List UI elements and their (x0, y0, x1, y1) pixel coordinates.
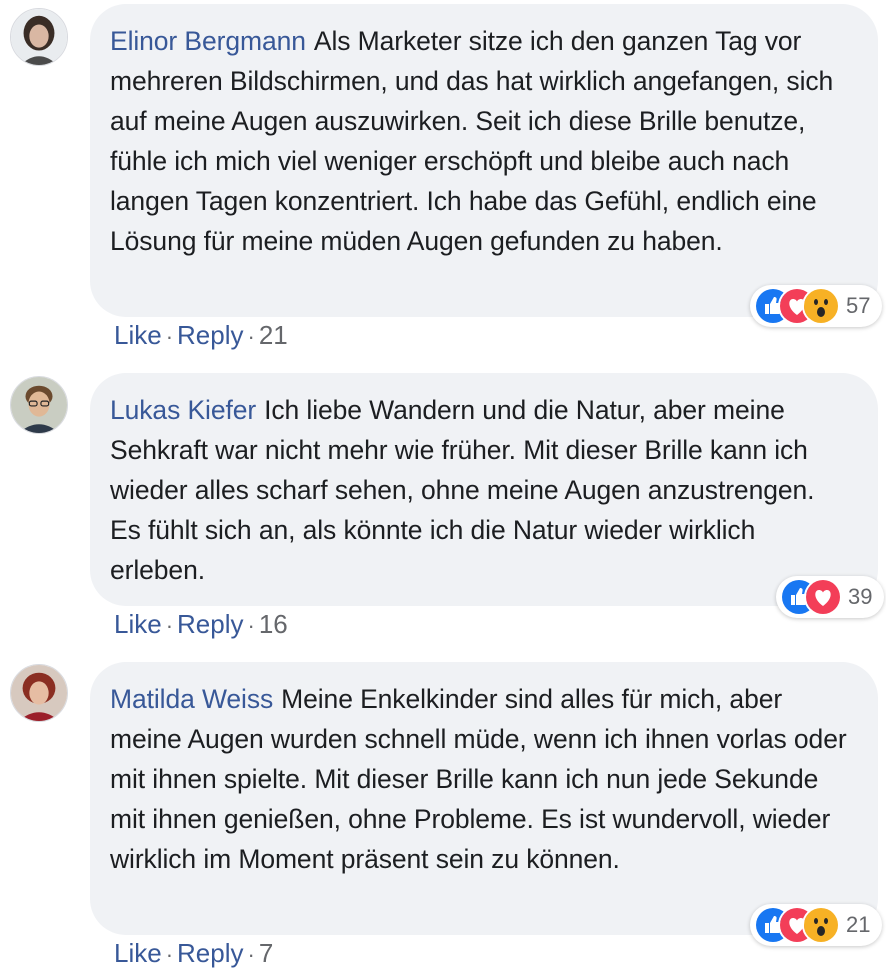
comment-author[interactable]: Matilda Weiss (110, 684, 273, 714)
reaction-count: 21 (846, 912, 871, 937)
reply-button[interactable]: Reply (177, 320, 243, 351)
wow-icon (802, 287, 840, 325)
avatar[interactable] (10, 664, 68, 722)
avatar[interactable] (10, 376, 68, 434)
reaction-summary[interactable]: 57 (750, 285, 883, 327)
separator: · (165, 942, 174, 967)
separator: · (165, 324, 174, 349)
like-button[interactable]: Like (114, 320, 162, 351)
separator: · (165, 613, 174, 638)
reply-button[interactable]: Reply (177, 609, 243, 640)
comment-actions: Like · Reply · 16 (114, 609, 288, 640)
like-button[interactable]: Like (114, 609, 162, 640)
comment-text: Als Marketer sitze ich den ganzen Tag vo… (110, 26, 834, 256)
comment-actions: Like · Reply · 21 (114, 320, 288, 351)
comment-actions: Like · Reply · 7 (114, 938, 273, 969)
separator: · (247, 324, 255, 349)
reaction-summary[interactable]: 39 (776, 576, 885, 618)
love-icon (804, 578, 842, 616)
like-button[interactable]: Like (114, 938, 162, 969)
wow-icon (802, 906, 840, 944)
avatar[interactable] (10, 8, 68, 66)
comment-age[interactable]: 16 (259, 609, 288, 640)
comment-bubble: Elinor Bergmann Als Marketer sitze ich de… (90, 4, 878, 317)
comment-bubble: Matilda Weiss Meine Enkelkinder sind alle… (90, 662, 878, 935)
reaction-count: 39 (848, 584, 873, 609)
comment-age[interactable]: 21 (259, 320, 288, 351)
comment-author[interactable]: Elinor Bergmann (110, 26, 306, 56)
reply-button[interactable]: Reply (177, 938, 243, 969)
reaction-count: 57 (846, 293, 871, 318)
comment-age[interactable]: 7 (259, 938, 273, 969)
comment-author[interactable]: Lukas Kiefer (110, 395, 256, 425)
comment-bubble: Lukas Kiefer Ich liebe Wandern und die Na… (90, 373, 878, 606)
separator: · (247, 613, 255, 638)
reaction-summary[interactable]: 21 (750, 904, 883, 946)
separator: · (247, 942, 255, 967)
